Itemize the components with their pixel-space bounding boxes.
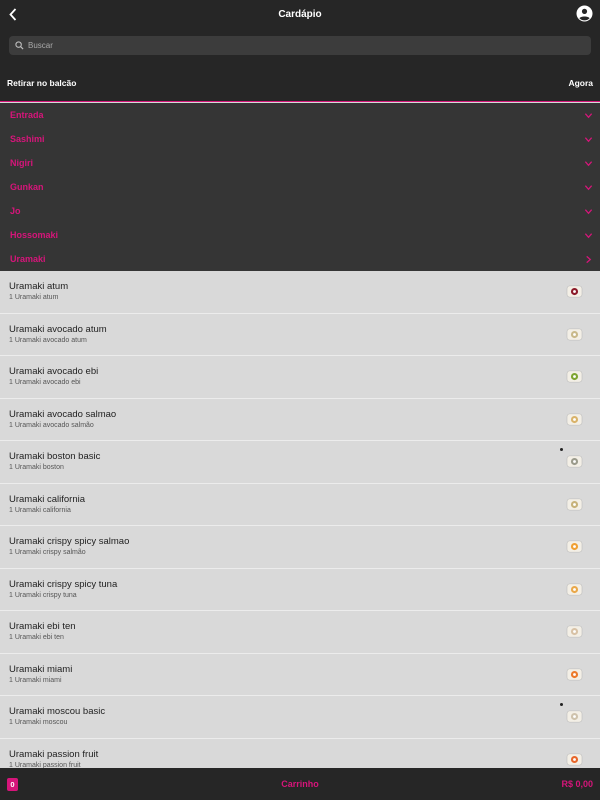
category-label: Jo (10, 206, 21, 216)
product-row[interactable]: Uramaki avocado salmao 1 Uramaki avocado … (0, 399, 600, 441)
product-description: 1 Uramaki moscou (9, 719, 68, 726)
account-circle-icon (576, 5, 593, 22)
category-entrada[interactable]: Entrada (0, 103, 600, 127)
chevron-down-icon (584, 232, 593, 238)
product-description: 1 Uramaki miami (9, 676, 62, 684)
pickup-mode: Retirar no balcão (7, 77, 77, 88)
chevron-down-icon (584, 136, 593, 142)
chevron-down-icon (584, 208, 593, 214)
category-label: Gunkan (10, 182, 44, 192)
cart-count-badge[interactable]: 0 (7, 777, 18, 791)
cart-button[interactable]: Carrinho (281, 779, 319, 789)
product-name: Uramaki miami (9, 663, 73, 675)
chevron-down-icon (584, 184, 593, 190)
product-name: Uramaki crispy spicy salmao (9, 536, 130, 547)
category-hossomaki[interactable]: Hossomaki (0, 223, 600, 247)
cart-total: R$ 0,00 (561, 779, 593, 789)
category-label: Hossomaki (10, 230, 59, 240)
product-name: Uramaki avocado ebi (9, 366, 99, 377)
chevron-right-icon (586, 255, 592, 263)
category-uramaki[interactable]: Uramaki (0, 247, 600, 271)
sushi-thumbnail-icon (566, 753, 583, 765)
product-name: Uramaki atum (9, 281, 69, 292)
search-input[interactable] (28, 41, 568, 50)
sushi-thumbnail-icon (566, 328, 583, 340)
product-description: 1 Uramaki crispy salmão (9, 549, 86, 556)
category-sashimi[interactable]: Sashimi (0, 127, 600, 151)
product-row[interactable]: Uramaki atum 1 Uramaki atum (0, 271, 600, 314)
indicator-dot (560, 448, 563, 451)
sushi-thumbnail-icon (566, 540, 583, 553)
category-label: Uramaki (10, 254, 46, 264)
product-row[interactable]: Uramaki california 1 Uramaki california (0, 484, 600, 526)
sushi-thumbnail-icon (566, 668, 583, 680)
sushi-thumbnail-icon (566, 370, 583, 383)
sushi-thumbnail-icon (566, 625, 583, 638)
product-description: 1 Uramaki ebi ten (9, 634, 64, 641)
product-row[interactable]: Uramaki moscou basic 1 Uramaki moscou (0, 696, 600, 739)
product-name: Uramaki passion fruit (9, 748, 99, 760)
product-row[interactable]: Uramaki crispy spicy tuna 1 Uramaki crisp… (0, 569, 600, 611)
sushi-thumbnail-icon (566, 413, 583, 425)
indicator-dot (560, 703, 563, 706)
product-description: 1 Uramaki avocado salmão (9, 421, 94, 429)
product-description: 1 Uramaki atum (9, 294, 59, 301)
chevron-left-icon (9, 7, 17, 21)
search-bar (0, 28, 600, 64)
product-row[interactable]: Uramaki boston basic 1 Uramaki boston (0, 441, 600, 484)
product-name: Uramaki moscou basic (9, 706, 106, 717)
search-field[interactable] (9, 36, 591, 55)
category-label: Sashimi (10, 134, 45, 144)
product-description: 1 Uramaki avocado atum (9, 336, 87, 344)
category-list: Entrada Sashimi Nigiri Gunkan Jo Hossoma… (0, 103, 600, 271)
product-name: Uramaki ebi ten (9, 621, 76, 632)
product-name: Uramaki boston basic (9, 451, 101, 462)
product-name: Uramaki avocado salmao (9, 408, 117, 420)
product-description: 1 Uramaki crispy tuna (9, 591, 77, 599)
category-label: Entrada (10, 110, 44, 120)
sushi-thumbnail-icon (566, 710, 583, 723)
sushi-thumbnail-icon (566, 498, 583, 510)
product-list: Uramaki atum 1 Uramaki atum Uramaki avocad… (0, 271, 600, 768)
pickup-time: Agora (568, 77, 593, 88)
product-row[interactable]: Uramaki ebi ten 1 Uramaki ebi ten (0, 611, 600, 654)
category-nigiri[interactable]: Nigiri (0, 151, 600, 175)
product-row[interactable]: Uramaki miami 1 Uramaki miami (0, 654, 600, 696)
top-bar: Cardápio (0, 0, 600, 28)
category-jo[interactable]: Jo (0, 199, 600, 223)
account-button[interactable] (576, 5, 593, 22)
product-name: Uramaki crispy spicy tuna (9, 578, 118, 590)
category-gunkan[interactable]: Gunkan (0, 175, 600, 199)
product-row[interactable]: Uramaki avocado ebi 1 Uramaki avocado ebi (0, 356, 600, 399)
page-title: Cardápio (278, 8, 322, 20)
sushi-thumbnail-icon (566, 583, 583, 595)
product-name: Uramaki california (9, 493, 86, 505)
pickup-row[interactable]: Retirar no balcão Agora (0, 64, 600, 102)
product-description: 1 Uramaki california (9, 506, 71, 514)
product-description: 1 Uramaki avocado ebi (9, 379, 81, 386)
category-label: Nigiri (10, 158, 34, 168)
product-row[interactable]: Uramaki passion fruit 1 Uramaki passion f… (0, 739, 600, 768)
sushi-thumbnail-icon (566, 285, 583, 298)
product-description: 1 Uramaki boston (9, 464, 64, 471)
product-row[interactable]: Uramaki crispy spicy salmao 1 Uramaki cri… (0, 526, 600, 569)
chevron-down-icon (584, 160, 593, 166)
chevron-down-icon (584, 112, 593, 118)
product-row[interactable]: Uramaki avocado atum 1 Uramaki avocado at… (0, 314, 600, 356)
sushi-thumbnail-icon (566, 455, 583, 468)
search-icon (15, 41, 24, 50)
back-button[interactable] (6, 5, 20, 23)
cart-bar: 0 Carrinho R$ 0,00 (0, 768, 600, 800)
product-name: Uramaki avocado atum (9, 323, 107, 335)
